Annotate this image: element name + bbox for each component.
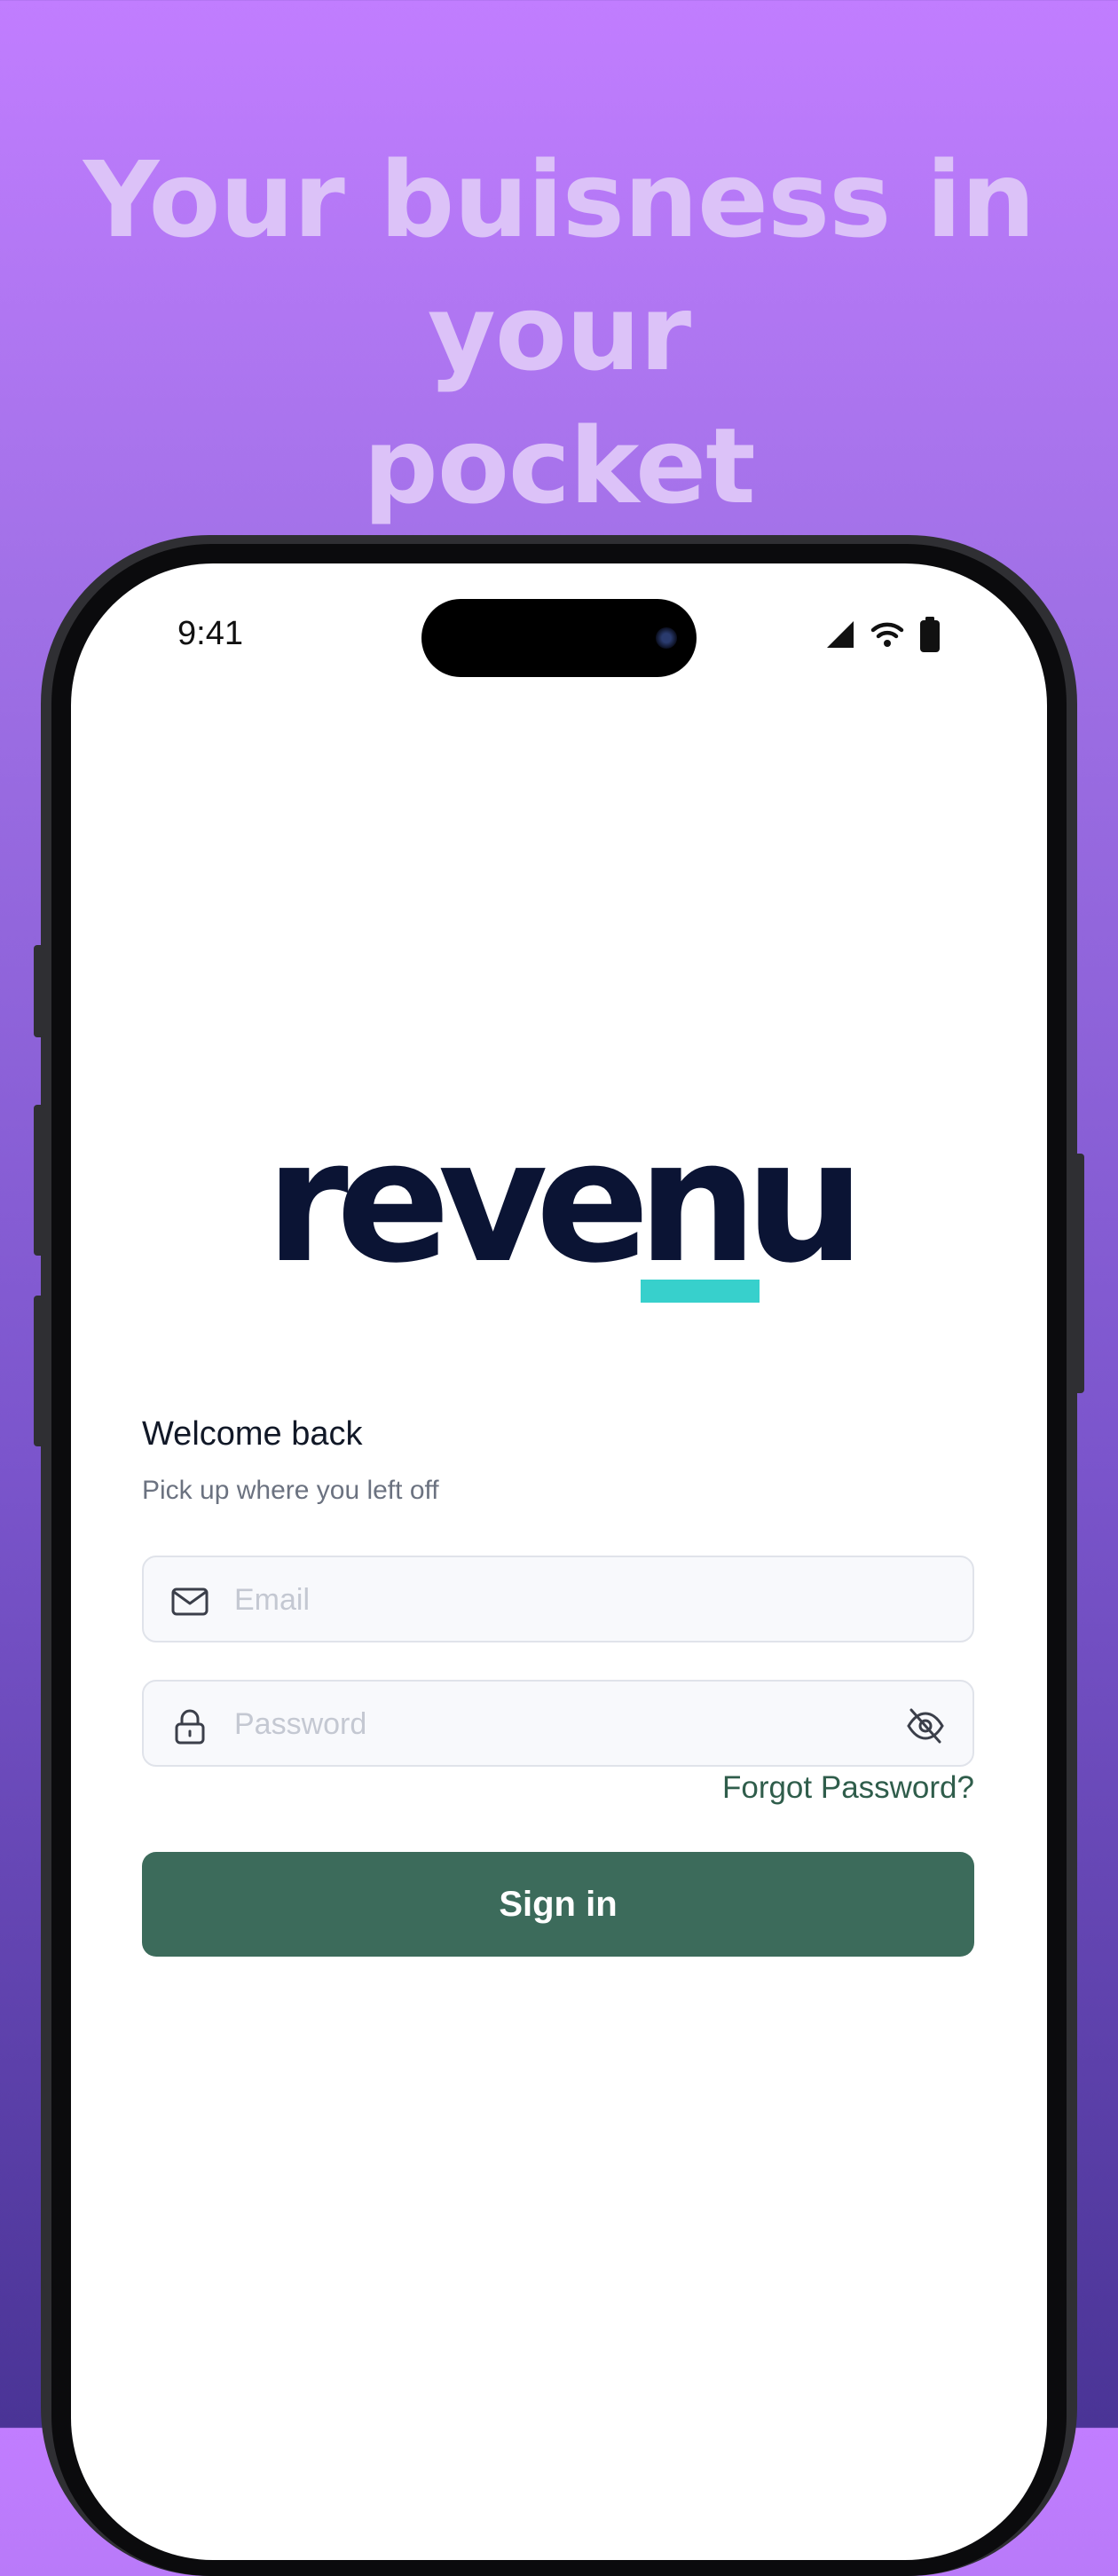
headline-line-1: Your buisness in your [83,138,1035,394]
logo-accent-bar [641,1280,760,1303]
dynamic-island [421,599,697,677]
phone-volume-down-button [34,1296,44,1446]
logo-wordmark: revenu [265,1104,865,1300]
phone-volume-up-button [34,1105,44,1256]
front-camera-icon [656,627,677,649]
email-input[interactable] [232,1557,857,1642]
welcome-title: Welcome back [142,1415,363,1453]
revenu-logo: revenu [211,1114,907,1291]
password-input[interactable] [232,1682,857,1767]
promo-headline: Your buisness in your pocket [0,133,1118,532]
forgot-password-link[interactable]: Forgot Password? [722,1770,974,1806]
battery-icon [920,617,940,652]
password-field[interactable] [142,1680,974,1767]
phone-silent-switch [34,945,44,1037]
wifi-icon [870,622,904,647]
phone-power-button [1074,1154,1084,1393]
cellular-signal-icon [827,621,854,648]
sign-in-button[interactable]: Sign in [142,1852,974,1957]
status-time: 9:41 [177,615,243,652]
headline-line-2: pocket [363,405,755,527]
lock-icon [175,1709,205,1745]
welcome-subtitle: Pick up where you left off [142,1476,439,1505]
mail-icon [171,1587,209,1616]
email-field[interactable] [142,1556,974,1642]
phone-screen: 9:41 revenu Welcome back Pick up where y… [71,563,1047,2560]
eye-off-icon[interactable] [905,1706,946,1745]
status-icons [825,617,941,652]
